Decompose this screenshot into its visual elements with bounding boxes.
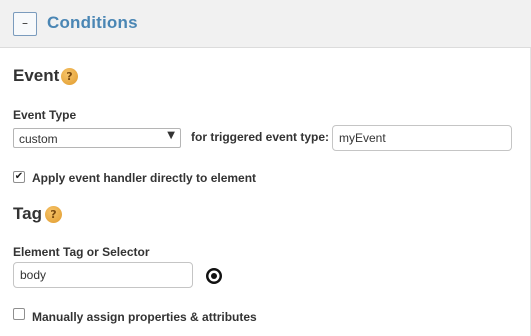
question-mark-icon[interactable]: ? — [61, 68, 78, 85]
checkmark-icon: ✔ — [14, 171, 24, 182]
manual-assign-label[interactable]: Manually assign properties & attributes — [32, 310, 257, 324]
selector-label: Element Tag or Selector — [13, 245, 150, 259]
target-icon[interactable] — [205, 267, 223, 285]
question-mark-icon[interactable]: ? — [45, 206, 62, 223]
event-type-value: custom — [19, 132, 58, 146]
event-type-label: Event Type — [13, 108, 77, 122]
selector-input[interactable]: body — [13, 262, 193, 288]
triggered-event-label: for triggered event type: — [191, 130, 330, 144]
conditions-panel: – Conditions Event ? Event Type custom ▼… — [0, 0, 531, 336]
chevron-down-icon: ▼ — [167, 130, 175, 141]
tag-section-title: Tag — [13, 204, 42, 223]
collapse-button[interactable]: – — [13, 12, 37, 36]
triggered-event-input[interactable]: myEvent — [332, 125, 512, 151]
manual-assign-checkbox[interactable] — [13, 308, 25, 320]
minus-icon: – — [22, 16, 28, 30]
apply-handler-checkbox[interactable]: ✔ — [13, 171, 25, 183]
event-type-select[interactable]: custom ▼ — [13, 128, 181, 148]
apply-handler-label[interactable]: Apply event handler directly to element — [32, 171, 256, 185]
event-section-title: Event — [13, 66, 60, 85]
header-title: Conditions — [47, 13, 138, 32]
conditions-header: – Conditions — [0, 0, 531, 48]
